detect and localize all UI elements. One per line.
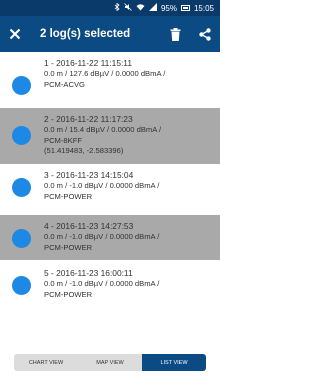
- app-bar: 2 log(s) selected: [0, 16, 220, 52]
- log-status-dot: [12, 126, 31, 145]
- bluetooth-icon: [114, 2, 120, 13]
- share-button[interactable]: [190, 16, 220, 52]
- share-icon: [199, 27, 211, 41]
- delete-button[interactable]: [160, 16, 190, 52]
- log-item-5[interactable]: 5 - 2016-11-23 16:00:11 0.0 m / -1.0 dBµ…: [0, 262, 220, 306]
- tab-map-view[interactable]: MAP VIEW: [78, 354, 142, 371]
- battery-percent: 95%: [160, 3, 177, 13]
- log-coordinates: (51.419483, -2.583396): [44, 146, 124, 155]
- log-detail: PCM-POWER: [44, 191, 93, 201]
- page-title: 2 log(s) selected: [40, 28, 131, 40]
- log-item-3[interactable]: 3 - 2016-11-23 14:15:04 0.0 m / -1.0 dBµ…: [0, 164, 220, 212]
- log-detail: 0.0 m / -1.0 dBµV / 0.0000 dBmA /: [44, 279, 160, 288]
- close-icon: [9, 28, 21, 40]
- log-detail: PCM-ACVG: [44, 79, 85, 89]
- tab-chart-view[interactable]: CHART VIEW: [14, 354, 78, 371]
- mute-icon: [124, 3, 132, 13]
- log-detail: PCM-POWER: [44, 242, 93, 252]
- log-list: 1 - 2016-11-22 11:15:11 0.0 m / 127.6 dB…: [0, 52, 220, 306]
- log-detail: 0.0 m / 15.4 dBµV / 0.0000 dBmA /: [44, 125, 162, 134]
- log-heading: 1 - 2016-11-22 11:15:11: [44, 58, 132, 68]
- close-button[interactable]: [0, 16, 30, 52]
- log-heading: 4 - 2016-11-23 14:27:53: [44, 221, 134, 231]
- log-status-dot: [12, 229, 31, 248]
- log-heading: 5 - 2016-11-23 16:00:11: [44, 268, 133, 278]
- log-detail: 0.0 m / 127.6 dBµV / 0.0000 dBmA /: [44, 69, 166, 78]
- status-bar: 95% 15:05: [0, 0, 220, 16]
- log-detail: 0.0 m / -1.0 dBµV / 0.0000 dBmA /: [44, 232, 160, 241]
- log-heading: 3 - 2016-11-23 14:15:04: [44, 170, 134, 180]
- log-detail: 0.0 m / -1.0 dBµV / 0.0000 dBmA /: [44, 181, 160, 190]
- log-item-2[interactable]: 2 - 2016-11-22 11:17:23 0.0 m / 15.4 dBµ…: [0, 108, 220, 164]
- battery-icon: [180, 5, 190, 11]
- trash-icon: [170, 27, 180, 41]
- log-item-1[interactable]: 1 - 2016-11-22 11:15:11 0.0 m / 127.6 dB…: [0, 52, 220, 103]
- log-detail: PCM-POWER: [44, 289, 93, 299]
- clock: 15:05: [193, 3, 214, 13]
- wifi-icon: [136, 3, 145, 13]
- log-detail: PCM-8KFF: [44, 135, 82, 145]
- log-status-dot: [12, 178, 31, 197]
- log-heading: 2 - 2016-11-22 11:17:23: [44, 114, 133, 124]
- view-tab-bar: CHART VIEW MAP VIEW LIST VIEW: [14, 354, 206, 371]
- signal-icon: [148, 3, 157, 13]
- log-status-dot: [12, 76, 31, 95]
- log-item-4[interactable]: 4 - 2016-11-23 14:27:53 0.0 m / -1.0 dBµ…: [0, 215, 220, 260]
- tab-list-view[interactable]: LIST VIEW: [142, 354, 206, 371]
- log-status-dot: [12, 276, 31, 295]
